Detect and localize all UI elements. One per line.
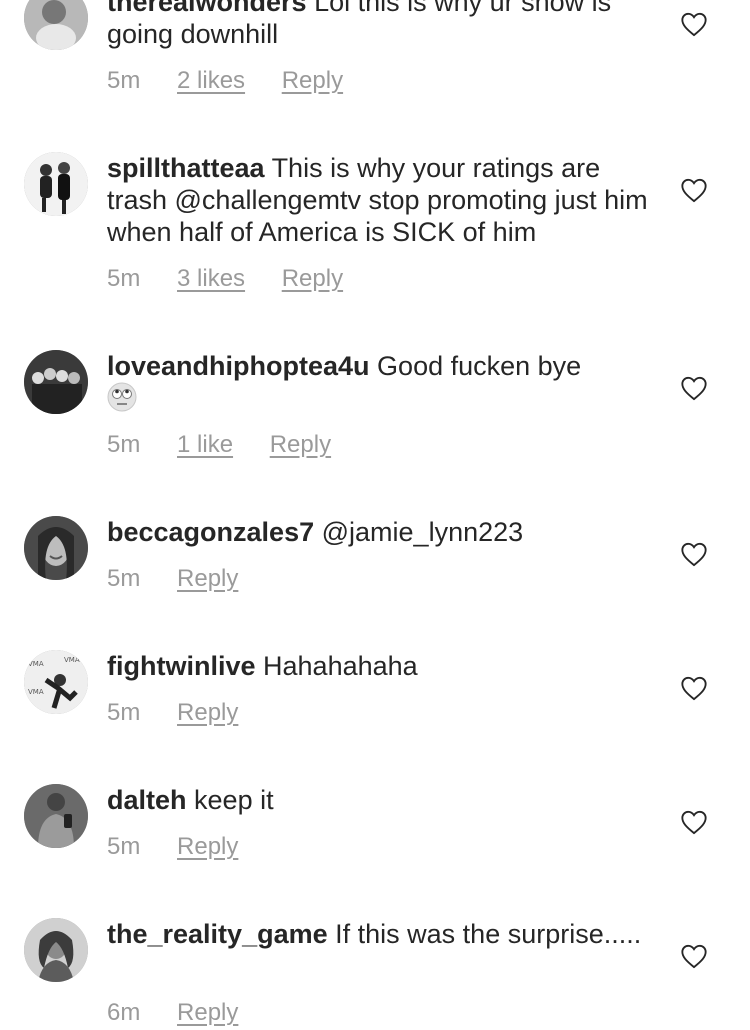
comment-body: @jamie_lynn223: [321, 517, 524, 547]
heart-outline-icon[interactable]: [680, 375, 708, 401]
comment-text: dalteh keep it: [107, 784, 657, 816]
comment-text: therealwonders Lol this is why ur show i…: [107, 0, 657, 50]
comment-body: Good fucken bye: [377, 351, 582, 381]
avatar[interactable]: [24, 0, 88, 50]
comment-time: 5m: [107, 833, 141, 860]
comment-text: fightwinlive Hahahahaha: [107, 650, 657, 682]
comment-meta: 5m 2 likes Reply: [107, 67, 373, 95]
comment-time: 6m: [107, 999, 141, 1026]
likes-link[interactable]: 2 likes: [177, 67, 245, 94]
comment-text: spillthatteaa This is why your ratings a…: [107, 152, 657, 248]
likes-link[interactable]: 1 like: [177, 431, 233, 458]
comment-text: loveandhiphoptea4u Good fucken bye: [107, 350, 657, 415]
heart-outline-icon[interactable]: [680, 675, 708, 701]
avatar[interactable]: [24, 350, 88, 414]
comment-time: 5m: [107, 431, 141, 458]
avatar[interactable]: VMA VMA VMA: [24, 650, 88, 714]
comment-time: 5m: [107, 265, 141, 292]
rolling-eyes-emoji: [107, 382, 137, 412]
reply-link[interactable]: Reply: [282, 67, 343, 94]
comment-meta: 5m 3 likes Reply: [107, 265, 373, 293]
comment-text: beccagonzales7 @jamie_lynn223: [107, 516, 657, 548]
avatar[interactable]: [24, 784, 88, 848]
heart-outline-icon[interactable]: [680, 809, 708, 835]
comment-username[interactable]: fightwinlive: [107, 651, 256, 681]
comment-body: If this was the surprise.....: [335, 919, 642, 949]
reply-link[interactable]: Reply: [177, 833, 238, 860]
reply-link[interactable]: Reply: [177, 999, 238, 1026]
reply-link[interactable]: Reply: [282, 265, 343, 292]
svg-text:VMA: VMA: [28, 660, 44, 668]
heart-outline-icon[interactable]: [680, 943, 708, 969]
svg-text:VMA: VMA: [28, 688, 44, 696]
likes-link[interactable]: 3 likes: [177, 265, 245, 292]
svg-text:VMA: VMA: [64, 656, 80, 664]
comment-username[interactable]: dalteh: [107, 785, 187, 815]
comment-meta: 6m Reply: [107, 999, 268, 1027]
reply-link[interactable]: Reply: [177, 565, 238, 592]
comment-meta: 5m Reply: [107, 565, 268, 593]
reply-link[interactable]: Reply: [270, 431, 331, 458]
heart-outline-icon[interactable]: [680, 11, 708, 37]
comment-time: 5m: [107, 565, 141, 592]
comment-username[interactable]: therealwonders: [107, 0, 307, 17]
avatar[interactable]: [24, 152, 88, 216]
comment-meta: 5m Reply: [107, 699, 268, 727]
comment-meta: 5m 1 like Reply: [107, 431, 361, 459]
avatar[interactable]: [24, 516, 88, 580]
avatar[interactable]: [24, 918, 88, 982]
comment-username[interactable]: spillthatteaa: [107, 153, 265, 183]
comment-time: 5m: [107, 67, 141, 94]
comment-time: 5m: [107, 699, 141, 726]
comment-meta: 5m Reply: [107, 833, 268, 861]
heart-outline-icon[interactable]: [680, 541, 708, 567]
heart-outline-icon[interactable]: [680, 177, 708, 203]
comment-username[interactable]: loveandhiphoptea4u: [107, 351, 370, 381]
comment-username[interactable]: beccagonzales7: [107, 517, 314, 547]
comment-body: keep it: [194, 785, 274, 815]
comment-username[interactable]: the_reality_game: [107, 919, 328, 949]
comment-body: Hahahahaha: [263, 651, 418, 681]
reply-link[interactable]: Reply: [177, 699, 238, 726]
comment-text: the_reality_game If this was the surpris…: [107, 918, 657, 950]
